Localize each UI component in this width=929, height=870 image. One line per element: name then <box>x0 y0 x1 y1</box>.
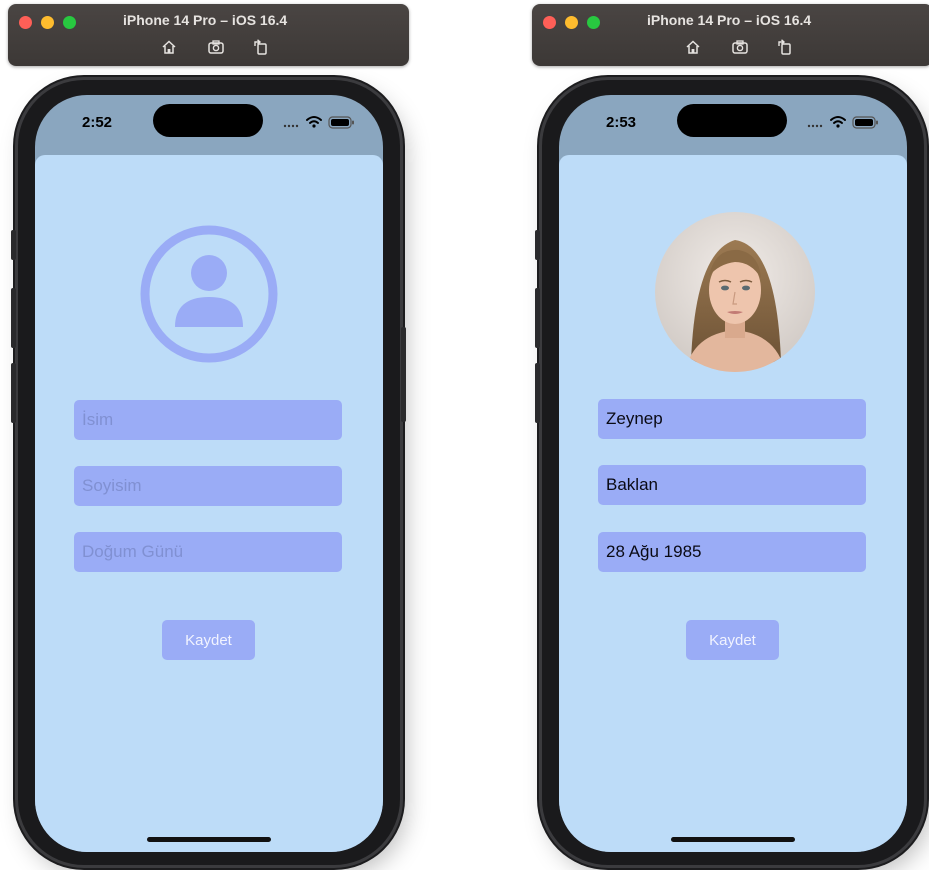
volume-up-button <box>11 288 16 348</box>
volume-down-button <box>535 363 540 423</box>
status-icons <box>283 116 354 129</box>
modal-sheet: Zeynep Baklan 28 Ağu 1985 Kaydet <box>559 155 907 852</box>
wifi-icon <box>830 116 846 124</box>
action-button <box>11 230 16 260</box>
simulator-left: iPhone 14 Pro – iOS 16.4 2:52 İsim Soyis… <box>0 0 410 870</box>
save-button[interactable]: Kaydet <box>686 620 779 660</box>
profile-photo[interactable] <box>655 212 815 372</box>
status-time: 2:53 <box>606 114 637 131</box>
window-title: iPhone 14 Pro – iOS 16.4 <box>123 12 288 28</box>
name-input[interactable]: İsim <box>74 400 342 440</box>
close-window-button[interactable] <box>19 16 32 29</box>
status-time: 2:52 <box>82 114 113 131</box>
iphone-frame: 2:53 Zeynep Baklan 28 Ağu 1985 Kaydet <box>535 80 924 865</box>
iphone-frame: 2:52 İsim Soyisim Doğum Günü Kaydet <box>11 80 406 865</box>
name-input-placeholder: İsim <box>82 410 114 429</box>
birthday-input[interactable]: 28 Ağu 1985 <box>598 532 866 572</box>
screenshot-icon[interactable] <box>207 38 225 56</box>
dynamic-island <box>677 104 787 137</box>
surname-input-value: Baklan <box>606 475 658 494</box>
home-icon[interactable] <box>160 38 178 56</box>
phone-screen: 2:53 Zeynep Baklan 28 Ağu 1985 Kaydet <box>559 95 907 852</box>
birthday-input[interactable]: Doğum Günü <box>74 532 342 572</box>
signal-icon <box>283 124 299 128</box>
status-bar: 2:52 <box>35 95 383 155</box>
name-input[interactable]: Zeynep <box>598 399 866 439</box>
screenshot-icon[interactable] <box>731 38 749 56</box>
person-placeholder-icon[interactable] <box>139 224 279 364</box>
home-indicator[interactable] <box>147 837 271 842</box>
zoom-window-button[interactable] <box>587 16 600 29</box>
status-icons <box>807 116 878 129</box>
volume-down-button <box>11 363 16 423</box>
name-input-value: Zeynep <box>606 409 663 428</box>
surname-input-placeholder: Soyisim <box>82 476 142 495</box>
birthday-input-placeholder: Doğum Günü <box>82 542 184 561</box>
action-button <box>535 230 540 260</box>
rotate-icon[interactable] <box>776 38 794 56</box>
signal-icon <box>807 124 823 128</box>
zoom-window-button[interactable] <box>63 16 76 29</box>
save-button[interactable]: Kaydet <box>162 620 255 660</box>
wifi-icon <box>306 116 322 124</box>
battery-icon <box>852 116 878 129</box>
window-title: iPhone 14 Pro – iOS 16.4 <box>647 12 812 28</box>
status-bar: 2:53 <box>559 95 907 155</box>
close-window-button[interactable] <box>543 16 556 29</box>
minimize-window-button[interactable] <box>565 16 578 29</box>
phone-screen: 2:52 İsim Soyisim Doğum Günü Kaydet <box>35 95 383 852</box>
simulator-right: iPhone 14 Pro – iOS 16.4 2:53 Zeynep Bak… <box>524 0 929 870</box>
volume-up-button <box>535 288 540 348</box>
surname-input[interactable]: Soyisim <box>74 466 342 506</box>
birthday-input-value: 28 Ağu 1985 <box>606 542 702 561</box>
simulator-toolbar: iPhone 14 Pro – iOS 16.4 <box>532 4 929 66</box>
simulator-toolbar: iPhone 14 Pro – iOS 16.4 <box>8 4 409 66</box>
dynamic-island <box>153 104 263 137</box>
home-icon[interactable] <box>684 38 702 56</box>
power-button <box>401 327 406 422</box>
rotate-icon[interactable] <box>252 38 270 56</box>
minimize-window-button[interactable] <box>41 16 54 29</box>
modal-sheet: İsim Soyisim Doğum Günü Kaydet <box>35 155 383 852</box>
surname-input[interactable]: Baklan <box>598 465 866 505</box>
home-indicator[interactable] <box>671 837 795 842</box>
battery-icon <box>328 116 354 129</box>
